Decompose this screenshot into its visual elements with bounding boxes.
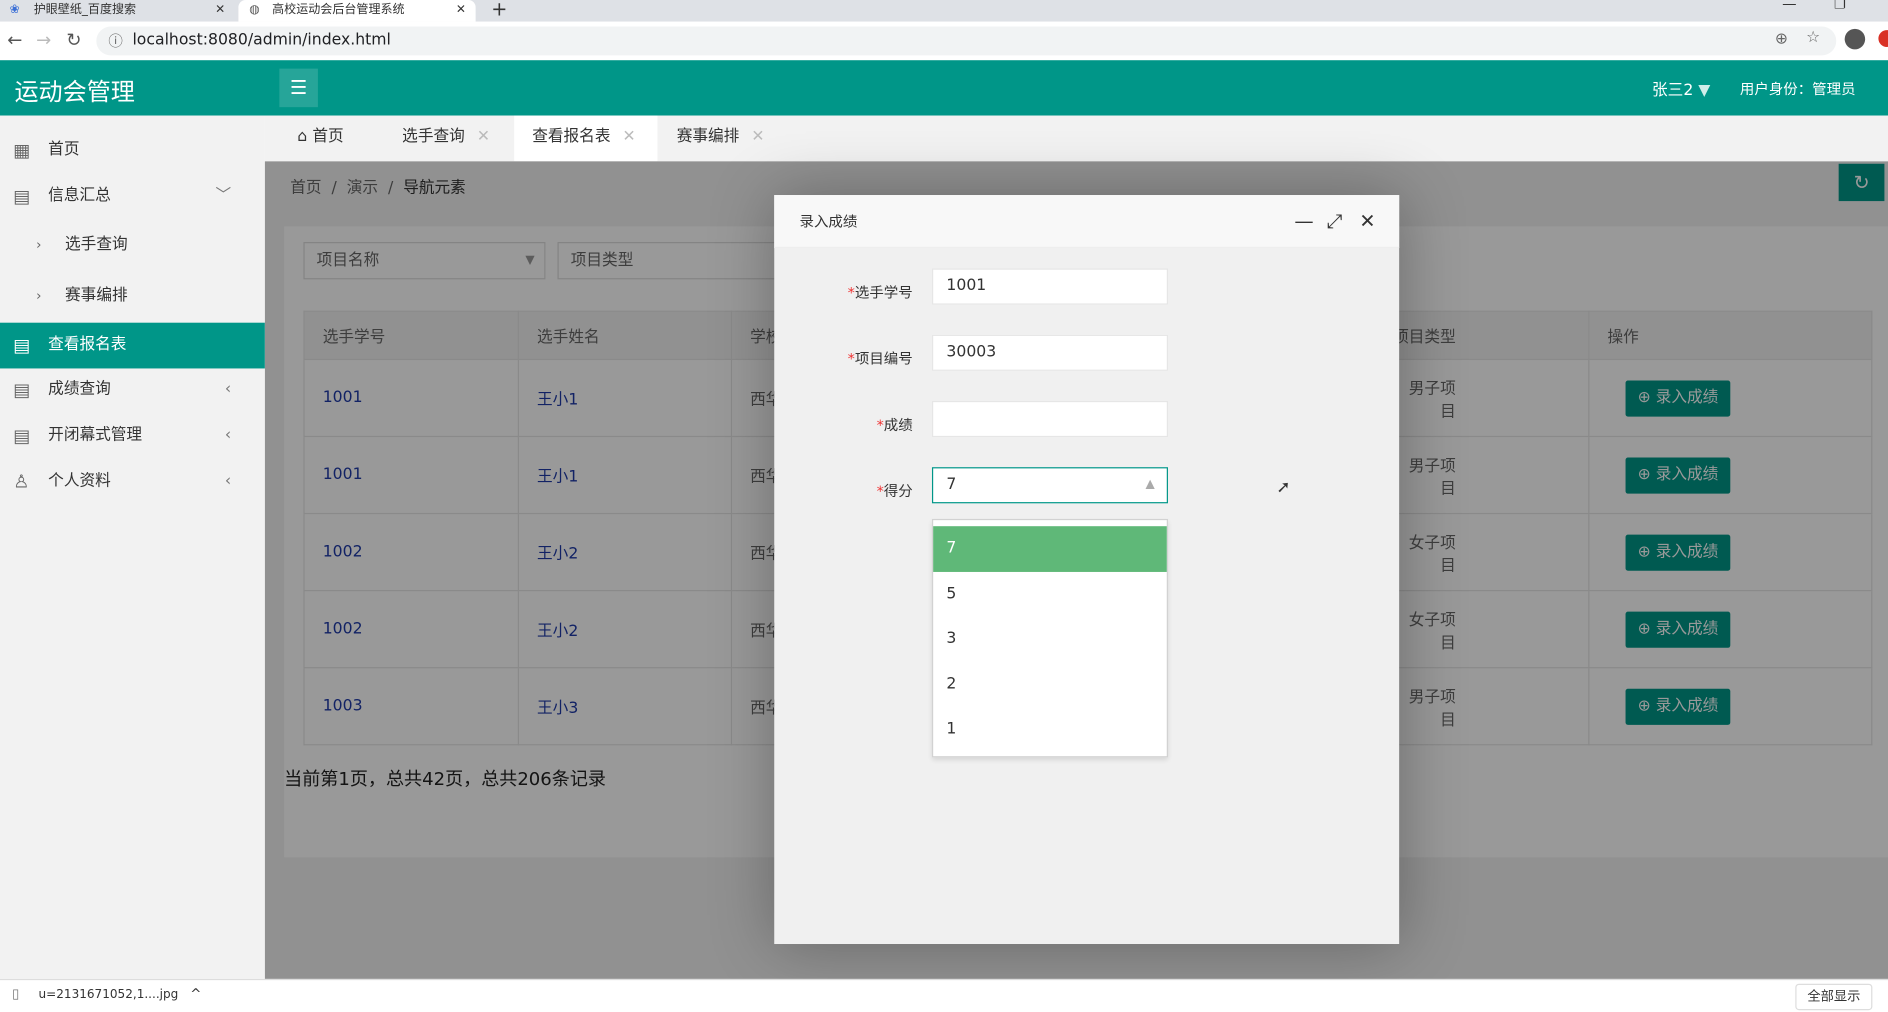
- edit-icon: ▤: [13, 379, 31, 401]
- url-text: localhost:8080/admin/index.html: [132, 31, 391, 50]
- file-icon: ▯: [12, 986, 20, 1002]
- chevron-up-icon[interactable]: ^: [190, 986, 201, 1002]
- close-tab-icon[interactable]: ✕: [215, 0, 225, 22]
- sidebar-item-scores[interactable]: ▤ 成绩查询 ‹: [0, 367, 265, 413]
- maximize-icon[interactable]: ⤢: [1327, 195, 1342, 248]
- label: 赛事编排: [676, 127, 740, 146]
- close-icon[interactable]: ✕: [623, 128, 636, 146]
- label: 信息汇总: [48, 186, 111, 205]
- label: 选手查询: [402, 127, 465, 146]
- tab-player-query[interactable]: 选手查询 ✕: [402, 116, 490, 162]
- show-all-button[interactable]: 全部显示: [1795, 983, 1873, 1011]
- forward-button[interactable]: →: [36, 29, 51, 51]
- tab-title: 高校运动会后台管理系统: [272, 3, 405, 17]
- back-button[interactable]: ←: [7, 29, 22, 51]
- dropdown-option[interactable]: 7: [933, 526, 1167, 572]
- tab-schedule[interactable]: 赛事编排 ✕: [677, 116, 765, 162]
- extension-icon[interactable]: [1878, 30, 1888, 47]
- browser-tab-baidu[interactable]: ❀ 护眼壁纸_百度搜索 ✕: [0, 0, 235, 22]
- page-tabs: [264, 115, 1888, 162]
- label: 选手查询: [65, 236, 128, 255]
- home-icon: ⌂: [297, 127, 308, 146]
- download-bar: ▯ u=2131671052,1....jpg ^ 全部显示: [0, 978, 1888, 1012]
- dropdown-option[interactable]: 2: [933, 662, 1167, 707]
- label: 赛事编排: [65, 286, 128, 305]
- sidebar-item-profile[interactable]: ♙ 个人资料 ‹: [0, 459, 265, 505]
- user-menu[interactable]: 张三2 ▼: [1652, 77, 1710, 100]
- new-tab-button[interactable]: +: [491, 0, 507, 20]
- menu-toggle-button[interactable]: ☰: [279, 68, 318, 108]
- info-icon: ⓘ: [108, 32, 123, 50]
- score-entry-dialog: 录入成绩 — ⤢ ✕ *选手学号 1001 *项目编号 30003 *成绩 *得…: [774, 195, 1400, 945]
- field-label: *选手学号: [847, 284, 913, 302]
- dropdown-option[interactable]: 3: [933, 616, 1167, 661]
- dialog-header: 录入成绩 — ⤢ ✕: [774, 195, 1400, 249]
- dropdown-option[interactable]: 5: [933, 571, 1167, 616]
- label: 开闭幕式管理: [48, 426, 143, 445]
- score-input[interactable]: [931, 400, 1168, 438]
- field-label: *项目编号: [847, 350, 913, 368]
- zoom-icon[interactable]: ⊕: [1775, 30, 1788, 48]
- reload-button[interactable]: ↻: [66, 29, 81, 51]
- selected-value: 7: [946, 475, 957, 494]
- minimize-button[interactable]: —: [1782, 0, 1796, 12]
- globe-icon: ◍: [249, 3, 260, 17]
- sidebar-item-player-query[interactable]: › 选手查询: [0, 223, 265, 269]
- player-id-input[interactable]: 1001: [931, 268, 1168, 305]
- points-dropdown: 7 5 3 2 1: [931, 518, 1168, 758]
- chevron-right-icon: ›: [36, 287, 42, 304]
- minimize-icon[interactable]: —: [1294, 195, 1313, 248]
- star-icon[interactable]: ☆: [1806, 29, 1820, 47]
- sidebar-item-registrations[interactable]: ▤ 查看报名表: [0, 322, 265, 369]
- caret-up-icon: ▲: [1145, 478, 1155, 492]
- chevron-left-icon: ‹: [224, 380, 232, 399]
- browser-tab-active[interactable]: ◍ 高校运动会后台管理系统 ✕: [238, 0, 476, 22]
- dialog-title: 录入成绩: [799, 213, 858, 230]
- sidebar-item-ceremony[interactable]: ▤ 开闭幕式管理 ‹: [0, 413, 265, 459]
- field-label: *成绩: [876, 416, 913, 434]
- chevron-down-icon: ﹀: [215, 186, 232, 205]
- doc-icon: ▤: [13, 334, 31, 357]
- project-id-input[interactable]: 30003: [931, 334, 1168, 371]
- tab-home[interactable]: ⌂ 首页: [297, 116, 343, 162]
- label: 首页: [312, 127, 344, 146]
- profile-icon[interactable]: [1844, 28, 1866, 50]
- chevron-left-icon: ‹: [224, 472, 232, 491]
- tab-title: 护眼壁纸_百度搜索: [33, 3, 137, 17]
- doc-icon: ▤: [13, 425, 31, 447]
- user-role: 用户身份：管理员: [1739, 80, 1856, 98]
- doc-icon: ▤: [13, 185, 31, 208]
- field-label: *得分: [876, 482, 913, 500]
- download-file[interactable]: u=2131671052,1....jpg: [39, 989, 179, 1002]
- app-header: 运动会管理 ☰ 张三2 ▼ 用户身份：管理员: [0, 60, 1888, 116]
- close-icon[interactable]: ✕: [1359, 195, 1375, 248]
- label: 查看报名表: [48, 335, 127, 355]
- close-icon[interactable]: ✕: [751, 128, 764, 146]
- close-tab-icon[interactable]: ✕: [456, 0, 466, 22]
- chevron-left-icon: ‹: [224, 426, 232, 445]
- points-select[interactable]: 7 ▲: [931, 467, 1168, 504]
- sidebar-item-schedule[interactable]: › 赛事编排: [0, 273, 265, 319]
- app-logo: 运动会管理: [14, 77, 135, 106]
- baidu-paw-icon: ❀: [9, 3, 20, 17]
- restore-button[interactable]: ❐: [1834, 0, 1846, 12]
- user-icon: ♙: [13, 470, 30, 493]
- dropdown-option[interactable]: 1: [933, 707, 1167, 752]
- tab-registrations[interactable]: 查看报名表 ✕: [514, 115, 658, 162]
- label: 个人资料: [48, 472, 111, 491]
- caret-down-icon: ▼: [1698, 81, 1711, 100]
- sidebar-item-info[interactable]: ▤ 信息汇总 ﹀: [0, 173, 265, 219]
- username: 张三2: [1652, 81, 1694, 100]
- sidebar-item-home[interactable]: ▦ 首页: [0, 128, 265, 174]
- label: 查看报名表: [532, 127, 611, 146]
- mouse-cursor-icon: ➚: [1276, 478, 1291, 498]
- chevron-right-icon: ›: [36, 237, 42, 253]
- grid-icon: ▦: [13, 139, 31, 162]
- label: 首页: [48, 140, 80, 159]
- close-icon[interactable]: ✕: [477, 128, 490, 146]
- label: 成绩查询: [48, 380, 111, 399]
- url-input[interactable]: ⓘ localhost:8080/admin/index.html: [96, 26, 1837, 56]
